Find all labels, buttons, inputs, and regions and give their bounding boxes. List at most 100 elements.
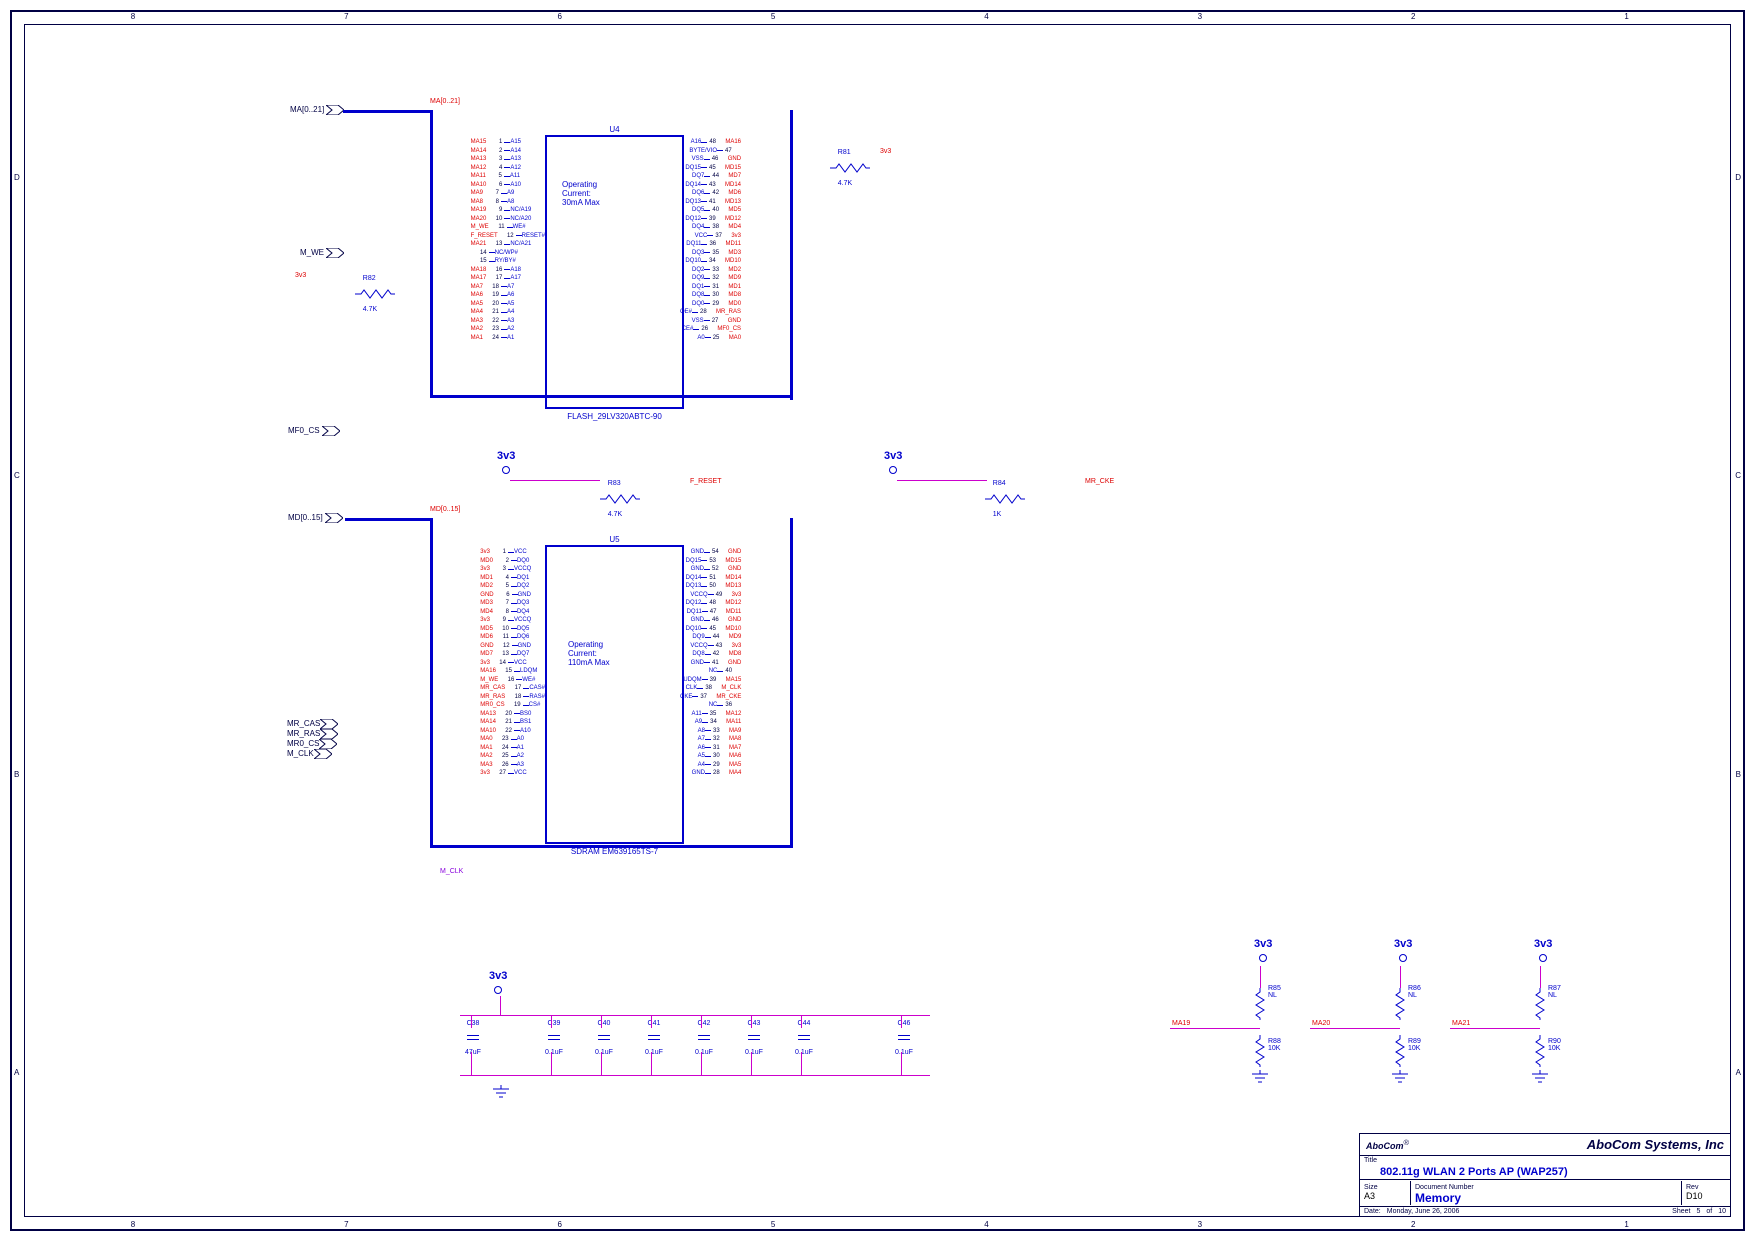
pin-1: MA15 1 A15 [469, 138, 545, 147]
pin-37: 3v3 37 VCC [680, 232, 743, 241]
ruler-col: 2 [1411, 1220, 1415, 1229]
pin-name: VSS [692, 155, 704, 164]
pin-name: DQ0 [692, 300, 704, 309]
ruler-col: 5 [771, 12, 775, 21]
pin-num: 33 [710, 266, 726, 275]
pin-name: DQ3 [692, 249, 704, 258]
pin-name: A2 [507, 325, 514, 334]
pin-num: 53 [707, 557, 723, 566]
pin-net: MD5 [478, 625, 495, 634]
cap-ref: C42 [695, 1020, 713, 1027]
pin-52: GND 52 GND [680, 565, 743, 574]
pin-net: MA5 [469, 300, 485, 309]
cap-c42: C42 0.1uF [695, 1020, 713, 1056]
pin-name: A0 [697, 334, 704, 343]
pin-name: DQ3 [517, 599, 529, 608]
pin-num: 32 [710, 274, 726, 283]
ruler-row: D [1735, 173, 1741, 182]
pin-net: MD6 [478, 633, 495, 642]
pin-net: MA4 [469, 308, 485, 317]
pin-num: 11 [491, 223, 507, 232]
net-mr-cke: MR_CKE [1085, 478, 1114, 485]
ruler-row: A [14, 1068, 19, 1077]
pin-name: UDQM [683, 676, 701, 685]
net-md-bus: MD[0..15] [430, 506, 460, 513]
pin-net: MD9 [726, 274, 743, 283]
pin-15: MA16 15 LDQM [478, 667, 545, 676]
u5-ref: U5 [609, 535, 619, 544]
pin-net: MA3 [478, 761, 494, 770]
pin-37: MR_CKE 37 CKE [680, 693, 743, 702]
pin-net: MA13 [478, 710, 498, 719]
pin-43: 3v3 43 VCCQ [680, 642, 743, 651]
pin-num: 37 [713, 232, 729, 241]
pin-name: DQ14 [685, 181, 701, 190]
pin-num: 42 [711, 650, 727, 659]
cap-ref: C38 [465, 1020, 481, 1027]
pin-name: BS0 [520, 710, 531, 719]
pin-net: MA18 [469, 266, 489, 275]
ruler-col: 4 [984, 1220, 988, 1229]
pin-name: CLK [686, 684, 698, 693]
pin-num: 35 [710, 249, 726, 258]
pin-name: DQ12 [686, 599, 702, 608]
pin-42: MD8 42 DQ8 [680, 650, 743, 659]
pin-num: 16 [500, 676, 516, 685]
port-mr-cas: MR_CAS [287, 719, 338, 729]
pin-net: 3v3 [730, 591, 744, 600]
pin-num: 45 [707, 625, 723, 634]
pin-net: GND [726, 565, 743, 574]
pin-net: MD15 [723, 164, 743, 173]
pin-num: 12 [496, 642, 512, 651]
pin-num: 17 [488, 274, 504, 283]
ruler-col: 7 [344, 1220, 348, 1229]
pin-net: MD12 [723, 599, 743, 608]
pin-name: A15 [510, 138, 521, 147]
wire-r84 [897, 480, 987, 481]
schematic-sheet: 8877665544332211DDCCBBAA MA[0..21] MA[0.… [0, 0, 1755, 1241]
net-r82-3v3: 3v3 [295, 272, 306, 279]
pin-name: VCC [514, 659, 527, 668]
pin-name: GND [691, 548, 704, 557]
pin-22: MA10 22 A10 [478, 727, 545, 736]
pwr-3v3-caps: 3v3 [489, 970, 507, 982]
sheet-border-inner [24, 24, 1731, 1217]
pin-net: MR_CKE [714, 693, 743, 702]
pin-name: CS# [529, 701, 541, 710]
pin-net: MA16 [478, 667, 498, 676]
pin-30: MD8 30 DQ8 [680, 291, 743, 300]
pin-num: 15 [498, 667, 514, 676]
pin-46: GND 46 GND [680, 616, 743, 625]
pin-name: BS1 [520, 718, 531, 727]
pin-net: MD11 [723, 240, 743, 249]
ruler-col: 6 [557, 1220, 561, 1229]
pin-num: 2 [488, 147, 504, 156]
pin-num: 24 [495, 744, 511, 753]
pin-27: GND 27 VSS [680, 317, 743, 326]
u5-note: Operating Current: 110mA Max [568, 640, 610, 667]
pin-net: M_WE [469, 223, 491, 232]
pin-name: NC/A20 [510, 215, 531, 224]
logo-text: AboCom [1366, 1141, 1404, 1151]
pin-net: MR_RAS [714, 308, 743, 317]
pin-net: MA12 [724, 710, 744, 719]
pin-9: 3v3 9 VCCQ [478, 616, 545, 625]
u5-pins-right: GND 54 GND MD15 53 DQ15 GND 52 GND MD14 … [680, 548, 743, 778]
pin-35: MA12 35 A11 [680, 710, 743, 719]
pin-num: 8 [485, 198, 501, 207]
pin-name: CE# [682, 325, 694, 334]
pin-5: MD2 5 DQ2 [478, 582, 545, 591]
cap-val: 0.1uF [795, 1049, 813, 1056]
pin-32: MD9 32 DQ9 [680, 274, 743, 283]
pin-net: MD9 [727, 633, 744, 642]
pin-num: 35 [708, 710, 724, 719]
pin-26: MA3 26 A3 [478, 761, 545, 770]
pin-net: GND [726, 317, 743, 326]
pin-net: MA6 [469, 291, 485, 300]
pin-net: MF0_CS [715, 325, 743, 334]
pin-41: GND 41 GND [680, 659, 743, 668]
pin-num: 33 [711, 727, 727, 736]
u4-name: FLASH_29LV320ABTC-90 [567, 412, 662, 421]
pin-name: DQ11 [687, 608, 702, 617]
pin-num: 23 [495, 735, 511, 744]
